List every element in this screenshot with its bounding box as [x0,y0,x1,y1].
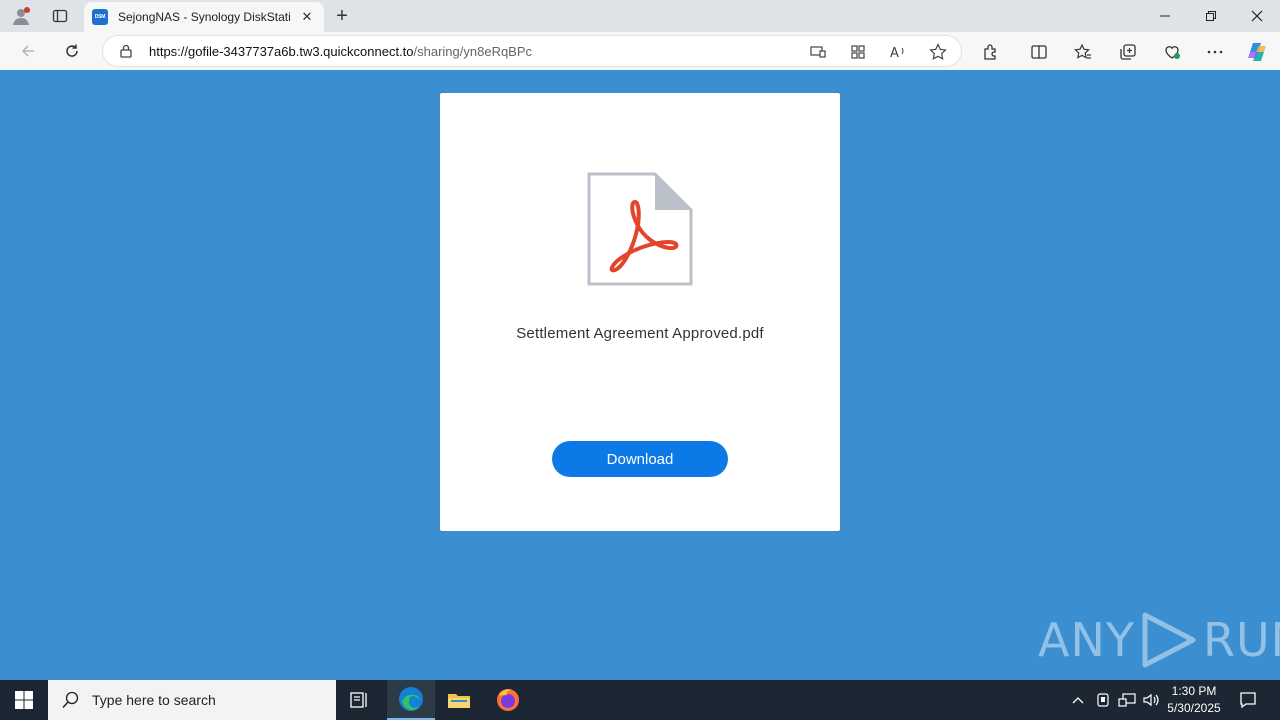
system-clock[interactable]: 1:30 PM 5/30/2025 [1162,683,1226,717]
tab-actions-icon[interactable] [45,4,75,28]
firefox-icon[interactable] [484,680,532,720]
browser-essentials-icon[interactable] [1161,41,1183,63]
dsm-favicon-icon: DSM [92,9,108,25]
favorite-star-icon[interactable] [927,41,949,63]
anyrun-watermark: ANY RUN [1038,610,1280,670]
tab-sejongnas[interactable]: DSM SejongNAS - Synology DiskStation ✕ [84,2,324,32]
watermark-right-text: RUN [1202,613,1280,667]
network-icon[interactable] [1116,680,1138,720]
clock-time: 1:30 PM [1171,684,1217,698]
search-placeholder: Type here to search [92,692,216,708]
close-window-icon[interactable] [1234,0,1280,32]
profile-icon[interactable] [6,4,36,28]
search-icon [62,691,79,709]
url-bar[interactable]: https://gofile-3437737a6b.tw3.quickconne… [102,35,962,67]
file-name: Settlement Agreement Approved.pdf [516,325,764,342]
url-host: https://gofile-3437737a6b.tw3.quickconne… [149,44,414,59]
tray-device-icon[interactable] [1093,680,1113,720]
start-button[interactable] [0,680,48,720]
extensions-icon[interactable] [980,41,1002,63]
file-explorer-icon[interactable] [435,680,483,720]
notification-icon[interactable] [1232,680,1264,720]
title-bar: DSM SejongNAS - Synology DiskStation ✕ + [0,0,1280,32]
watermark-left-text: ANY [1038,613,1135,667]
play-logo-icon [1142,612,1196,668]
task-view-icon[interactable] [336,680,384,720]
windows-logo-icon [15,691,33,709]
file-share-card: Settlement Agreement Approved.pdf Downlo… [440,93,840,531]
collections-icon[interactable] [1117,41,1139,63]
split-screen-icon[interactable] [1028,41,1050,63]
download-button[interactable]: Download [552,441,728,477]
clock-date: 5/30/2025 [1167,701,1221,715]
read-aloud-icon[interactable]: A [887,41,909,63]
page-viewport: Settlement Agreement Approved.pdf Downlo… [4,70,1276,676]
pdf-file-icon [587,172,693,286]
refresh-icon[interactable] [57,37,87,65]
restore-icon[interactable] [1188,0,1234,32]
new-tab-button[interactable]: + [330,3,354,29]
lock-icon[interactable] [119,44,133,58]
tab-title: SejongNAS - Synology DiskStation [118,10,290,24]
volume-icon[interactable] [1140,680,1162,720]
tray-overflow-icon[interactable] [1068,680,1088,720]
url-text[interactable]: https://gofile-3437737a6b.tw3.quickconne… [149,44,532,59]
taskbar-search[interactable]: Type here to search [48,680,336,720]
tab-close-icon[interactable]: ✕ [298,9,316,25]
more-options-icon[interactable] [1204,41,1226,63]
svg-text:A: A [890,46,899,60]
edge-taskbar-icon[interactable] [387,680,435,720]
immersive-reader-icon[interactable] [807,41,829,63]
minimize-icon[interactable] [1142,0,1188,32]
favorites-icon[interactable] [1072,41,1094,63]
taskbar: Type here to search 1:30 PM 5/30/2025 [0,680,1280,720]
address-toolbar: https://gofile-3437737a6b.tw3.quickconne… [0,32,1280,70]
url-path: /sharing/yn8eRqBPc [413,44,533,59]
app-available-icon[interactable] [847,41,869,63]
copilot-icon[interactable] [1246,41,1268,63]
back-icon[interactable] [13,37,43,65]
